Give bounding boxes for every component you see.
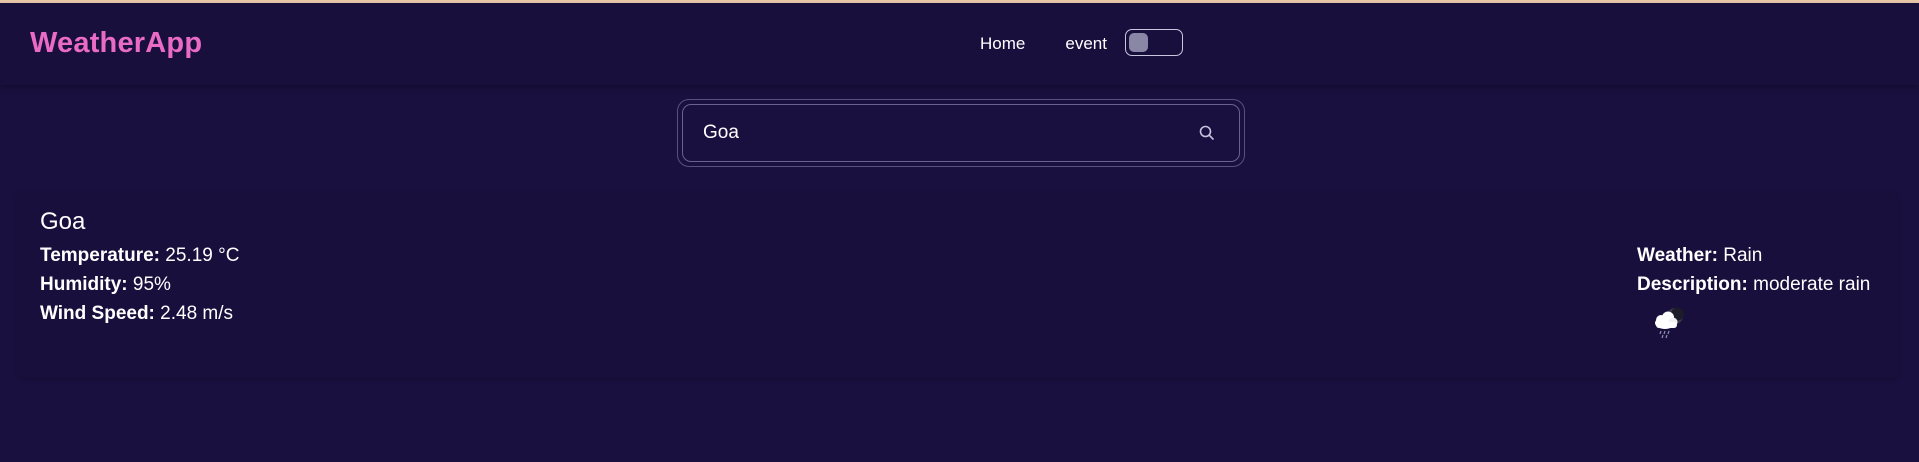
city-name: Goa xyxy=(40,208,86,235)
theme-toggle[interactable] xyxy=(1124,29,1183,56)
brand-logo[interactable]: WeatherApp xyxy=(30,27,202,60)
navbar: WeatherApp Home event xyxy=(0,3,1919,85)
weather-details-right: Weather: Rain Description: moderate rain xyxy=(1637,241,1870,299)
weather-details-left: Temperature: 25.19 °C Humidity: 95% Wind… xyxy=(40,241,239,328)
search-icon[interactable] xyxy=(1197,123,1217,143)
description-value: moderate rain xyxy=(1753,274,1871,295)
humidity-label: Humidity: xyxy=(40,274,128,295)
description-row: Description: moderate rain xyxy=(1637,270,1870,299)
humidity-row: Humidity: 95% xyxy=(40,270,239,299)
humidity-value: 95% xyxy=(132,274,171,295)
weather-label: Weather: xyxy=(1637,245,1718,266)
wind-speed-value: 2.48 m/s xyxy=(160,303,234,324)
wind-speed-label: Wind Speed: xyxy=(40,303,155,324)
nav-event-link[interactable]: event xyxy=(1065,34,1107,54)
temperature-row: Temperature: 25.19 °C xyxy=(40,241,239,270)
wind-speed-row: Wind Speed: 2.48 m/s xyxy=(40,299,239,328)
search-container xyxy=(677,99,1245,167)
description-label: Description: xyxy=(1637,274,1748,295)
temperature-value: 25.19 °C xyxy=(165,245,240,266)
rain-cloud-moon-icon xyxy=(1655,307,1684,339)
weather-card: Goa Temperature: 25.19 °C Humidity: 95% … xyxy=(18,190,1898,378)
weather-value: Rain xyxy=(1723,245,1763,266)
temperature-label: Temperature: xyxy=(40,245,161,266)
weather-row: Weather: Rain xyxy=(1637,241,1870,270)
search-input[interactable] xyxy=(683,104,1197,162)
toggle-knob xyxy=(1128,33,1148,52)
nav-home-link[interactable]: Home xyxy=(980,34,1025,54)
search-box xyxy=(682,104,1240,162)
nav-links: Home event xyxy=(980,29,1183,56)
